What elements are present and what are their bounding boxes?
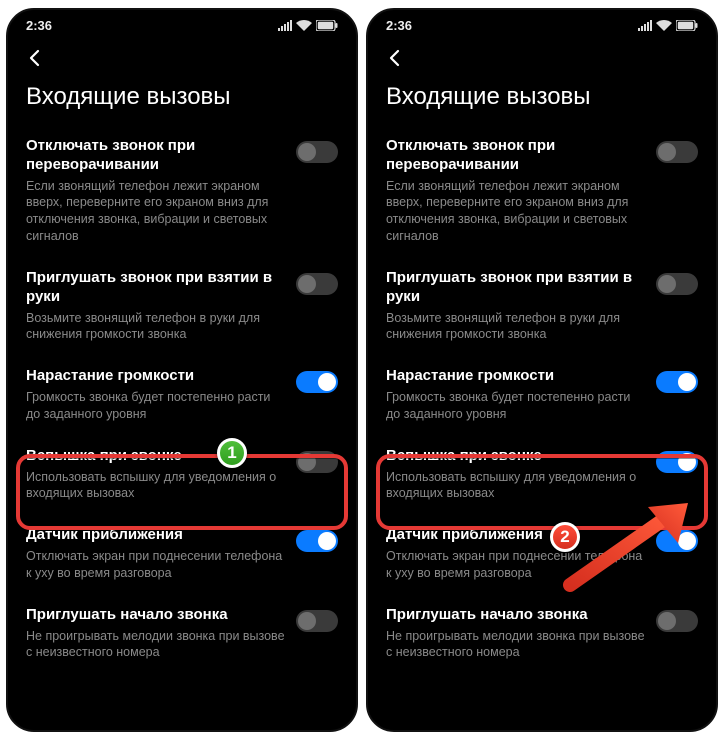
row-desc: Отключать экран при поднесении телефона … [386, 548, 646, 582]
row-mute-unknown[interactable]: Приглушать начало звонка Не проигрывать … [386, 594, 698, 674]
row-title: Приглушать начало звонка [26, 606, 286, 625]
back-button[interactable] [384, 47, 700, 69]
row-desc: Громкость звонка будет постепенно расти … [26, 389, 286, 423]
battery-icon [676, 20, 698, 31]
status-time: 2:36 [386, 18, 412, 33]
row-title: Вспышка при звонке [386, 447, 646, 466]
row-title: Нарастание громкости [26, 367, 286, 386]
status-bar: 2:36 [368, 10, 716, 37]
row-title: Приглушать звонок при взятии в руки [26, 269, 286, 307]
row-volume-ramp[interactable]: Нарастание громкости Громкость звонка бу… [386, 355, 698, 435]
status-bar: 2:36 [8, 10, 356, 37]
page-title: Входящие вызовы [368, 75, 716, 125]
settings-list: Отключать звонок при переворачивании Есл… [8, 125, 356, 673]
phone-screen-right: 2:36 Входящие вызовы Отключать звонок пр… [366, 8, 718, 732]
row-title: Приглушать начало звонка [386, 606, 646, 625]
toggle-flash-on-call[interactable] [656, 451, 698, 473]
row-proximity-sensor[interactable]: Датчик приближения Отключать экран при п… [26, 514, 338, 594]
row-title: Вспышка при звонке [26, 447, 286, 466]
toggle-volume-ramp[interactable] [656, 371, 698, 393]
row-proximity-sensor[interactable]: Датчик приближения Отключать экран при п… [386, 514, 698, 594]
toggle-proximity-sensor[interactable] [656, 530, 698, 552]
toggle-mute-unknown[interactable] [656, 610, 698, 632]
wifi-icon [656, 20, 672, 31]
toggle-flip-to-silence[interactable] [656, 141, 698, 163]
back-button[interactable] [24, 47, 340, 69]
row-desc: Если звонящий телефон лежит экраном ввер… [386, 178, 646, 246]
row-flash-on-call[interactable]: Вспышка при звонке Использовать вспышку … [26, 435, 338, 515]
row-desc: Если звонящий телефон лежит экраном ввер… [26, 178, 286, 246]
row-title: Датчик приближения [386, 526, 646, 545]
row-title: Нарастание громкости [386, 367, 646, 386]
signal-icon [278, 20, 292, 31]
row-title: Датчик приближения [26, 526, 286, 545]
row-flash-on-call[interactable]: Вспышка при звонке Использовать вспышку … [386, 435, 698, 515]
nav-bar [8, 37, 356, 75]
row-desc: Использовать вспышку для уведомления о в… [26, 469, 286, 503]
toggle-proximity-sensor[interactable] [296, 530, 338, 552]
nav-bar [368, 37, 716, 75]
toggle-volume-ramp[interactable] [296, 371, 338, 393]
row-title: Отключать звонок при переворачивании [386, 137, 646, 175]
arrow-left-icon [384, 47, 406, 69]
annotation-badge-1: 1 [217, 438, 247, 468]
row-desc: Использовать вспышку для уведомления о в… [386, 469, 646, 503]
row-desc: Отключать экран при поднесении телефона … [26, 548, 286, 582]
annotation-badge-2: 2 [550, 522, 580, 552]
signal-icon [638, 20, 652, 31]
toggle-flash-on-call[interactable] [296, 451, 338, 473]
arrow-left-icon [24, 47, 46, 69]
row-title: Приглушать звонок при взятии в руки [386, 269, 646, 307]
row-flip-to-silence[interactable]: Отключать звонок при переворачивании Есл… [26, 125, 338, 257]
wifi-icon [296, 20, 312, 31]
row-flip-to-silence[interactable]: Отключать звонок при переворачивании Есл… [386, 125, 698, 257]
toggle-mute-unknown[interactable] [296, 610, 338, 632]
toggle-flip-to-silence[interactable] [296, 141, 338, 163]
row-desc: Не проигрывать мелодии звонка при вызове… [386, 628, 646, 662]
phone-screen-left: 2:36 Входящие вызовы Отключать звонок пр… [6, 8, 358, 732]
status-icons [638, 20, 698, 31]
status-time: 2:36 [26, 18, 52, 33]
row-title: Отключать звонок при переворачивании [26, 137, 286, 175]
toggle-pickup-quiet[interactable] [656, 273, 698, 295]
row-pickup-quiet[interactable]: Приглушать звонок при взятии в руки Возь… [386, 257, 698, 355]
row-desc: Возьмите звонящий телефон в руки для сни… [26, 310, 286, 344]
row-desc: Громкость звонка будет постепенно расти … [386, 389, 646, 423]
row-desc: Возьмите звонящий телефон в руки для сни… [386, 310, 646, 344]
row-mute-unknown[interactable]: Приглушать начало звонка Не проигрывать … [26, 594, 338, 674]
battery-icon [316, 20, 338, 31]
row-desc: Не проигрывать мелодии звонка при вызове… [26, 628, 286, 662]
toggle-pickup-quiet[interactable] [296, 273, 338, 295]
settings-list: Отключать звонок при переворачивании Есл… [368, 125, 716, 673]
row-pickup-quiet[interactable]: Приглушать звонок при взятии в руки Возь… [26, 257, 338, 355]
page-title: Входящие вызовы [8, 75, 356, 125]
status-icons [278, 20, 338, 31]
row-volume-ramp[interactable]: Нарастание громкости Громкость звонка бу… [26, 355, 338, 435]
